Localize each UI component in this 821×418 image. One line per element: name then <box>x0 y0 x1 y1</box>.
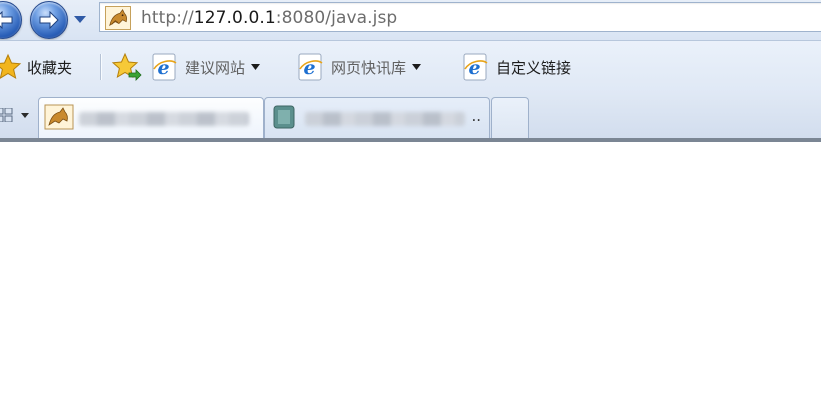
favorite-web-slice-gallery[interactable]: e 网页快讯库 <box>297 53 422 81</box>
url-host: 127.0.0.1 <box>193 8 276 28</box>
tab-row: .. <box>0 95 821 138</box>
tab-title-suffix: .. <box>471 107 481 125</box>
add-favorite-star-icon <box>111 52 142 81</box>
forward-arrow-icon <box>39 11 59 29</box>
quick-tabs-icon[interactable] <box>0 108 14 122</box>
tab-list-dropdown-icon[interactable] <box>20 111 30 119</box>
tab-title-blurred <box>305 112 465 126</box>
favorite-customize-links-label: 自定义链接 <box>496 58 572 77</box>
url-prefix: http:// <box>141 8 194 28</box>
favorite-customize-links[interactable]: e 自定义链接 <box>462 53 571 81</box>
page-content <box>0 142 821 418</box>
favorites-button[interactable]: 收藏夹 <box>0 53 72 81</box>
favorite-web-slice-gallery-label: 网页快讯库 <box>331 58 407 77</box>
tab-inactive[interactable]: .. <box>264 97 490 138</box>
history-dropdown-icon[interactable] <box>72 12 88 26</box>
url-text: http://127.0.0.1:8080/java.jsp <box>141 7 397 29</box>
ie-logo-icon: e <box>298 53 323 81</box>
tomcat-favicon-icon <box>44 104 74 130</box>
tomcat-favicon-icon <box>105 6 131 30</box>
add-to-favorites-bar-button[interactable] <box>111 52 143 81</box>
favorite-suggested-sites[interactable]: e 建议网站 <box>151 53 261 81</box>
ie-logo-icon: e <box>463 53 488 81</box>
chevron-down-icon <box>412 64 422 70</box>
favorites-separator <box>100 54 101 80</box>
chevron-down-icon <box>251 64 261 70</box>
new-tab-button[interactable] <box>491 97 529 138</box>
favorite-suggested-sites-label: 建议网站 <box>185 58 246 77</box>
forward-button[interactable] <box>30 1 68 39</box>
address-bar[interactable]: http://127.0.0.1:8080/java.jsp <box>99 2 821 32</box>
favorites-bar: 收藏夹 e 建议网站 e 网页快讯库 e 自定义链接 <box>0 40 821 95</box>
url-path: :8080/java.jsp <box>275 8 398 28</box>
tab-title-blurred <box>79 112 249 126</box>
tab-active[interactable] <box>38 97 264 138</box>
ie-logo-icon: e <box>152 53 177 81</box>
address-row: http://127.0.0.1:8080/java.jsp <box>0 0 821 40</box>
star-icon <box>0 53 22 80</box>
favorites-label: 收藏夹 <box>27 58 73 77</box>
back-button[interactable] <box>0 1 22 39</box>
back-arrow-icon <box>0 11 13 29</box>
ie-logo-icon <box>273 105 295 129</box>
